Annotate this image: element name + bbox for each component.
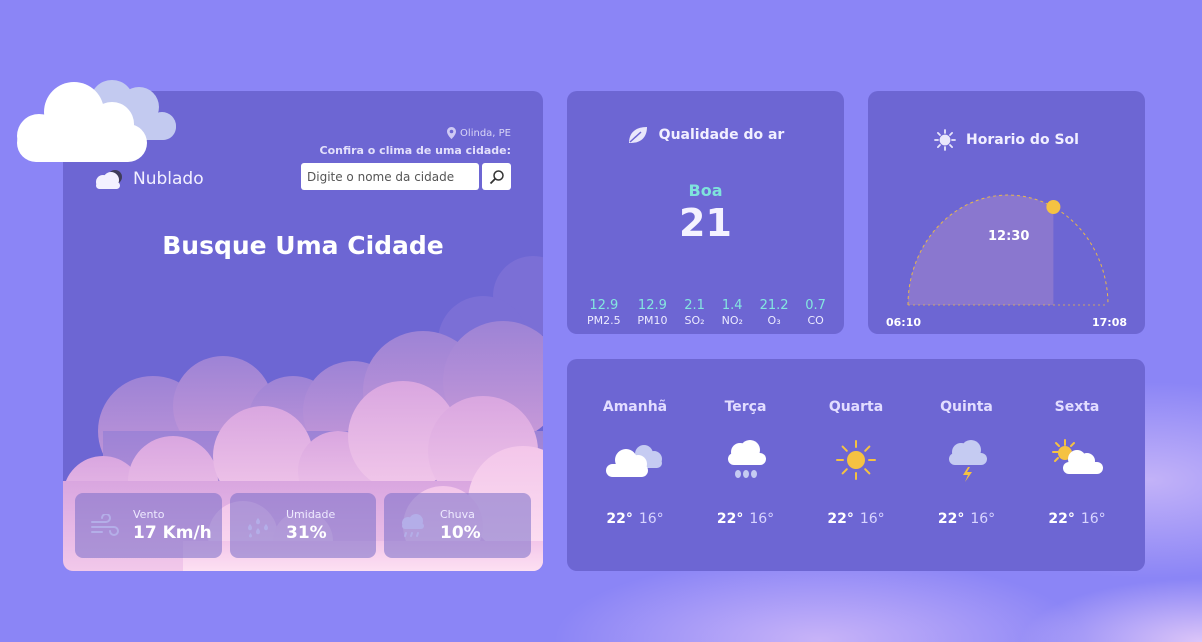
sun-icon [934, 129, 956, 151]
day-name: Sexta [1054, 399, 1100, 415]
search-hint: Confira o clima de uma cidade: [319, 144, 512, 157]
pollutant-item: 21.2 O₃ [760, 298, 789, 327]
day-name: Amanhã [602, 399, 668, 415]
wind-value: 17 Km/h [133, 523, 212, 543]
city-search-input[interactable] [301, 163, 479, 190]
temp-high: 22° [716, 511, 744, 527]
search-icon [489, 169, 504, 184]
pollutant-name: CO [807, 314, 824, 327]
condition-text: Nublado [133, 169, 204, 189]
air-quality-header: Qualidade do ar [567, 125, 844, 145]
temp-high: 22° [937, 511, 965, 527]
pollutant-item: 0.7 CO [805, 298, 826, 327]
temp-high: 22° [606, 511, 633, 527]
pollutant-value: 12.9 [589, 298, 619, 313]
day-name: Terça [724, 399, 767, 415]
temp-low: 16° [859, 511, 885, 527]
pollutant-name: O₃ [767, 314, 781, 327]
pollutant-name: PM2.5 [587, 314, 621, 327]
sunny-icon [836, 440, 876, 480]
temp-low: 16° [749, 511, 775, 527]
sunset-time: 17:08 [1091, 316, 1127, 329]
pollutant-name: PM10 [637, 314, 668, 327]
pollutant-value: 0.7 [805, 298, 826, 313]
rain-label: Chuva [440, 508, 475, 521]
pollutant-name: SO₂ [684, 314, 705, 327]
sun-times-card: Horario do Sol 12:30 06:10 17:08 [868, 91, 1145, 334]
pollutant-value: 1.4 [721, 298, 743, 313]
sun-header: Horario do Sol [868, 129, 1145, 151]
pollutant-item: 1.4 NO₂ [722, 298, 743, 327]
forecast-list: Amanhã 22° 16° Terça 22° 16° Quarta 22° … [585, 399, 1127, 527]
temp-high: 22° [1048, 511, 1075, 527]
temp-low: 16° [638, 511, 664, 527]
sunrise-time: 06:10 [886, 316, 922, 329]
wind-label: Vento [133, 508, 165, 521]
location-text: Olinda, PE [460, 127, 511, 139]
pollutant-item: 2.1 SO₂ [684, 298, 705, 327]
forecast-day: Quarta 22° 16° [806, 399, 906, 527]
cloud-icon [96, 170, 122, 189]
wind-icon [91, 513, 119, 536]
map-pin-icon [447, 127, 457, 139]
forecast-day: Terça 22° 16° [696, 399, 796, 527]
pollutant-value: 21.2 [759, 298, 789, 313]
air-quality-title: Qualidade do ar [658, 127, 785, 143]
air-quality-card: Qualidade do ar Boa 21 12.9 PM2.5 12.9 PM1… [567, 91, 844, 334]
air-quality-status: Boa [688, 181, 723, 200]
rain-icon [402, 513, 424, 537]
rain-cloud-icon [727, 440, 766, 478]
decorative-clouds [17, 80, 176, 162]
day-name: Quinta [940, 399, 993, 415]
forecast-day: Amanhã 22° 16° [585, 399, 685, 527]
cloudy-icon [606, 445, 662, 477]
day-temp: 22° 16° [1027, 511, 1127, 527]
partly-cloudy-icon [1052, 439, 1103, 474]
pollutant-item: 12.9 PM2.5 [587, 298, 621, 327]
sun-arc [907, 194, 1109, 306]
sun-position-icon [1046, 200, 1061, 214]
forecast-day: Quinta 22° 16° [917, 399, 1017, 527]
humidity-label: Umidade [286, 508, 336, 521]
day-temp: 22° 16° [696, 511, 796, 527]
location-label: Olinda, PE [447, 127, 511, 139]
day-temp: 22° 16° [917, 511, 1017, 527]
rain-stat: Chuva 10% [384, 493, 531, 558]
pollutant-value: 12.9 [637, 298, 667, 313]
forecast-day: Sexta 22° 16° [1027, 399, 1127, 527]
search-button[interactable] [482, 163, 511, 190]
day-name: Quarta [828, 399, 884, 415]
temp-low: 16° [1080, 511, 1106, 527]
humidity-stat: Umidade 31% [230, 493, 376, 558]
condition-label: Nublado [91, 167, 204, 191]
search-box [301, 163, 511, 190]
sun-progress-fill [908, 195, 1054, 305]
wind-stat: Vento 17 Km/h [75, 493, 222, 558]
day-temp: 22° 16° [585, 511, 685, 527]
humidity-icon [248, 517, 268, 537]
forecast-card: Amanhã 22° 16° Terça 22° 16° Quarta 22° … [567, 359, 1145, 571]
pollutant-item: 12.9 PM10 [637, 298, 667, 327]
current-time: 12:30 [988, 229, 1030, 244]
rain-value: 10% [440, 523, 481, 543]
leaf-icon [628, 127, 647, 143]
pollutant-value: 2.1 [684, 298, 705, 313]
thunder-cloud-icon [948, 440, 987, 482]
humidity-value: 31% [286, 523, 327, 543]
temp-high: 22° [827, 511, 854, 527]
city-title: Busque Uma Cidade [162, 231, 444, 260]
day-temp: 22° 16° [806, 511, 906, 527]
air-quality-index: 21 [679, 201, 732, 245]
sun-title: Horario do Sol [966, 132, 1079, 148]
pollutant-name: NO₂ [721, 314, 743, 327]
temp-low: 16° [970, 511, 996, 527]
pollutants-list: 12.9 PM2.5 12.9 PM10 2.1 SO₂ 1.4 NO₂ 21.2 O₃ … [587, 298, 826, 327]
